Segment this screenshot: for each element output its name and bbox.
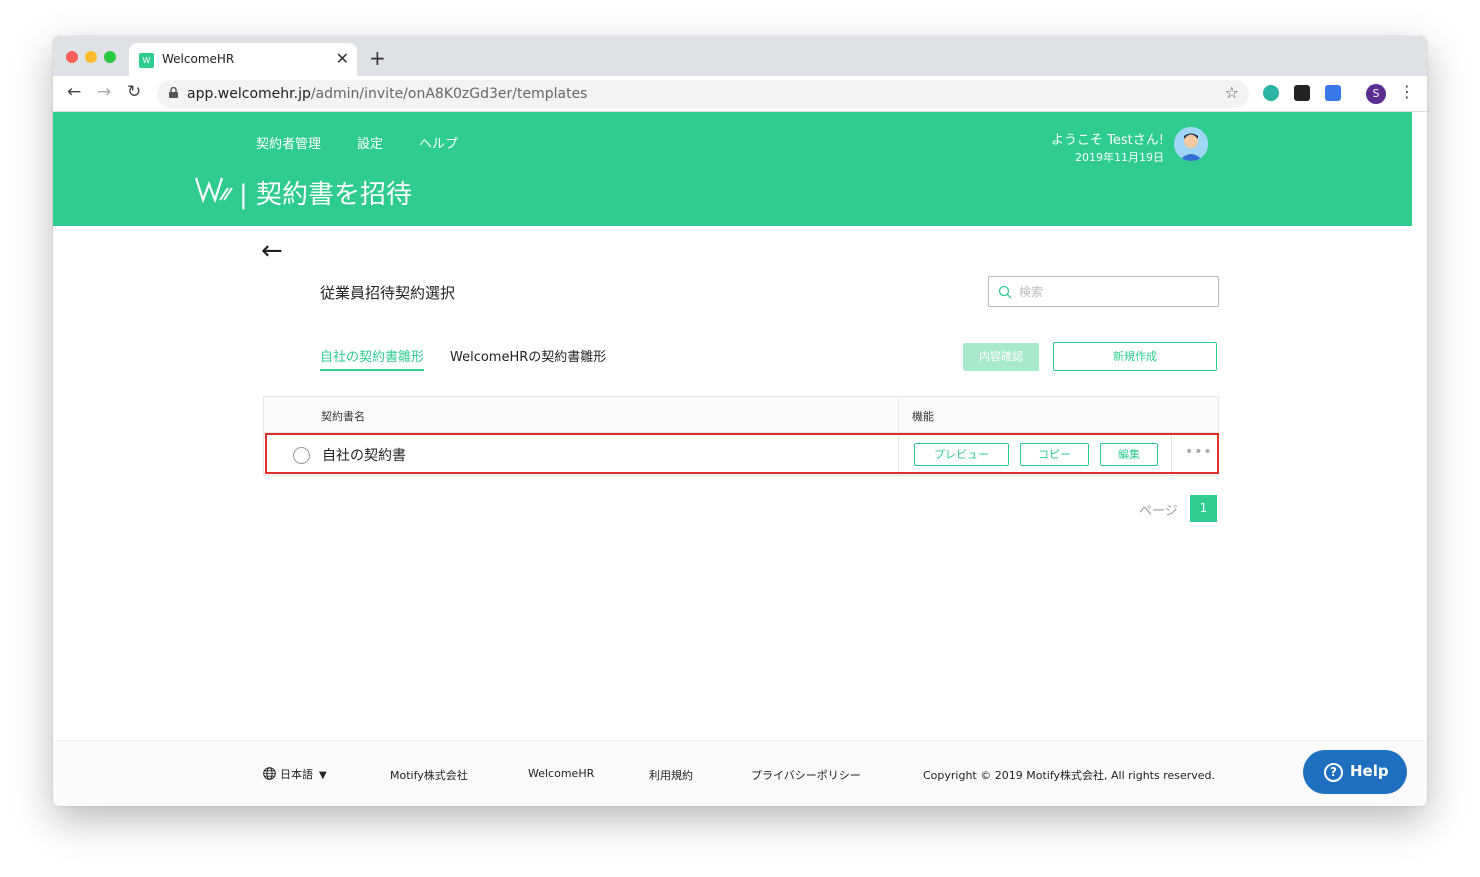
tab-own-templates[interactable]: 自社の契約書雛形: [320, 346, 425, 371]
footer-link-welcomehr[interactable]: WelcomeHR: [528, 767, 594, 780]
search-box[interactable]: [988, 276, 1219, 307]
welcomehr-favicon-icon: W: [139, 53, 154, 68]
help-label: Help: [1350, 762, 1389, 780]
nav-settings[interactable]: 設定: [357, 133, 383, 152]
globe-icon: [263, 767, 276, 780]
browser-tab[interactable]: W WelcomeHR ✕: [129, 43, 357, 76]
maximize-window-button[interactable]: [104, 51, 116, 63]
tab-welcomehr-templates[interactable]: WelcomeHRの契約書雛形: [450, 346, 606, 365]
search-icon: [998, 285, 1012, 299]
search-input[interactable]: [1019, 282, 1209, 302]
browser-menu-icon[interactable]: ⋮: [1399, 82, 1415, 101]
tab-close-icon[interactable]: ✕: [336, 49, 349, 68]
footer-link-terms[interactable]: 利用規約: [649, 767, 693, 783]
app-header: 契約者管理 設定 ヘルプ ようこそ Testさん! 2019年11月19日 | …: [53, 112, 1412, 226]
url-text: app.welcomehr.jp/admin/invite/onA8K0zGd3…: [187, 86, 588, 102]
bookmark-star-icon[interactable]: ☆: [1225, 83, 1239, 102]
caret-down-icon: ▼: [319, 770, 327, 781]
extension-m-icon[interactable]: [1263, 85, 1279, 101]
copyright-text: Copyright © 2019 Motify株式会社, All rights …: [923, 769, 1216, 782]
language-label: 日本語: [280, 768, 313, 781]
user-avatar[interactable]: [1174, 127, 1208, 161]
tab-strip: W WelcomeHR ✕ +: [53, 36, 1427, 76]
help-button[interactable]: ? Help: [1303, 750, 1407, 794]
section-title: 従業員招待契約選択: [320, 284, 456, 302]
footer-link-company[interactable]: Motify株式会社: [390, 767, 468, 783]
welcome-message: ようこそ Testさん!: [1051, 133, 1164, 148]
back-arrow-icon[interactable]: ←: [261, 236, 283, 266]
profile-avatar[interactable]: S: [1366, 84, 1386, 104]
welcomehr-logo-icon: [194, 177, 233, 204]
pagination-page-1[interactable]: 1: [1190, 495, 1217, 522]
highlight-annotation: [265, 433, 1219, 474]
table-header: 契約書名 機能: [264, 397, 1218, 433]
lock-icon: [169, 87, 178, 98]
column-header-functions: 機能: [912, 410, 934, 423]
new-tab-button[interactable]: +: [369, 46, 386, 70]
minimize-window-button[interactable]: [85, 51, 97, 63]
address-bar[interactable]: app.welcomehr.jp/admin/invite/onA8K0zGd3…: [157, 80, 1249, 108]
pagination-label: ページ: [1139, 504, 1178, 519]
page-title: | 契約書を招待: [239, 180, 413, 210]
browser-toolbar: ← → ↻ app.welcomehr.jp/admin/invite/onA8…: [53, 76, 1427, 112]
language-selector[interactable]: 日本語 ▼: [263, 766, 327, 782]
current-date: 2019年11月19日: [1075, 151, 1164, 164]
user-avatar-icon: [1174, 127, 1208, 161]
extension-owl-icon[interactable]: [1294, 85, 1310, 101]
forward-icon[interactable]: →: [97, 82, 111, 102]
browser-window: W WelcomeHR ✕ + ← → ↻ app.welcomehr.jp/a…: [53, 36, 1427, 806]
question-icon: ?: [1324, 763, 1343, 782]
back-icon[interactable]: ←: [67, 82, 81, 102]
nav-help[interactable]: ヘルプ: [419, 133, 458, 152]
tab-title: WelcomeHR: [162, 52, 235, 66]
column-header-name: 契約書名: [321, 410, 365, 423]
footer-link-privacy[interactable]: プライバシーポリシー: [751, 767, 861, 783]
create-new-button[interactable]: 新規作成: [1053, 342, 1217, 371]
extension-blue-icon[interactable]: [1325, 85, 1341, 101]
footer: 日本語 ▼ Motify株式会社 WelcomeHR 利用規約 プライバシーポリシ…: [53, 740, 1427, 806]
confirm-content-button[interactable]: 内容確認: [963, 343, 1039, 371]
reload-icon[interactable]: ↻: [127, 82, 141, 102]
nav-contractor-management[interactable]: 契約者管理: [256, 133, 321, 152]
close-window-button[interactable]: [66, 51, 78, 63]
